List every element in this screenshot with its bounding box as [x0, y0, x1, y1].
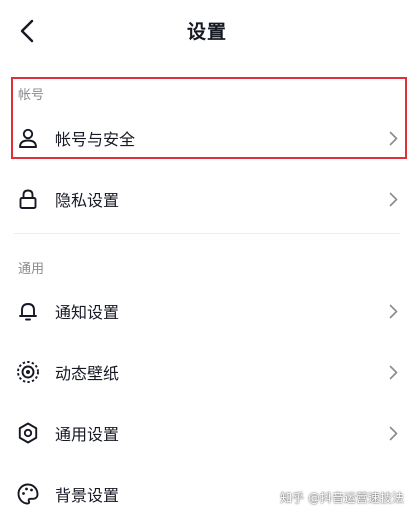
- bell-icon: [16, 299, 40, 323]
- row-label: 通知设置: [55, 303, 120, 322]
- watermark: 知乎 @抖音运营速技法: [280, 491, 404, 505]
- row-label: 隐私设置: [55, 191, 120, 210]
- lock-icon: [16, 187, 40, 211]
- chevron-right-icon: [386, 363, 400, 381]
- settings-page: 设置 帐号 帐号与安全 隐私设置 通用 通知设置 动态壁纸 通用设置 背景设置 …: [0, 0, 414, 518]
- row-label: 动态壁纸: [55, 364, 120, 383]
- page-title: 设置: [186, 21, 227, 43]
- row-notification-settings[interactable]: 通知设置: [0, 281, 414, 341]
- chevron-right-icon: [386, 129, 400, 147]
- chevron-right-icon: [386, 302, 400, 320]
- chevron-right-icon: [386, 424, 400, 442]
- row-account-security[interactable]: 帐号与安全: [0, 108, 414, 168]
- nav-bar: 设置: [0, 0, 414, 62]
- user-icon: [16, 126, 40, 150]
- row-live-wallpaper[interactable]: 动态壁纸: [0, 342, 414, 402]
- row-label: 帐号与安全: [55, 130, 136, 149]
- gear-icon: [16, 421, 40, 445]
- row-general-settings[interactable]: 通用设置: [0, 403, 414, 463]
- palette-icon: [16, 482, 40, 506]
- section-label-general: 通用: [18, 262, 45, 277]
- chevron-right-icon: [386, 190, 400, 208]
- section-divider: [14, 233, 400, 234]
- row-privacy-settings[interactable]: 隐私设置: [0, 169, 414, 229]
- section-label-account: 帐号: [18, 88, 45, 103]
- row-label: 背景设置: [55, 486, 120, 505]
- row-label: 通用设置: [55, 425, 120, 444]
- live-wallpaper-icon: [16, 360, 40, 384]
